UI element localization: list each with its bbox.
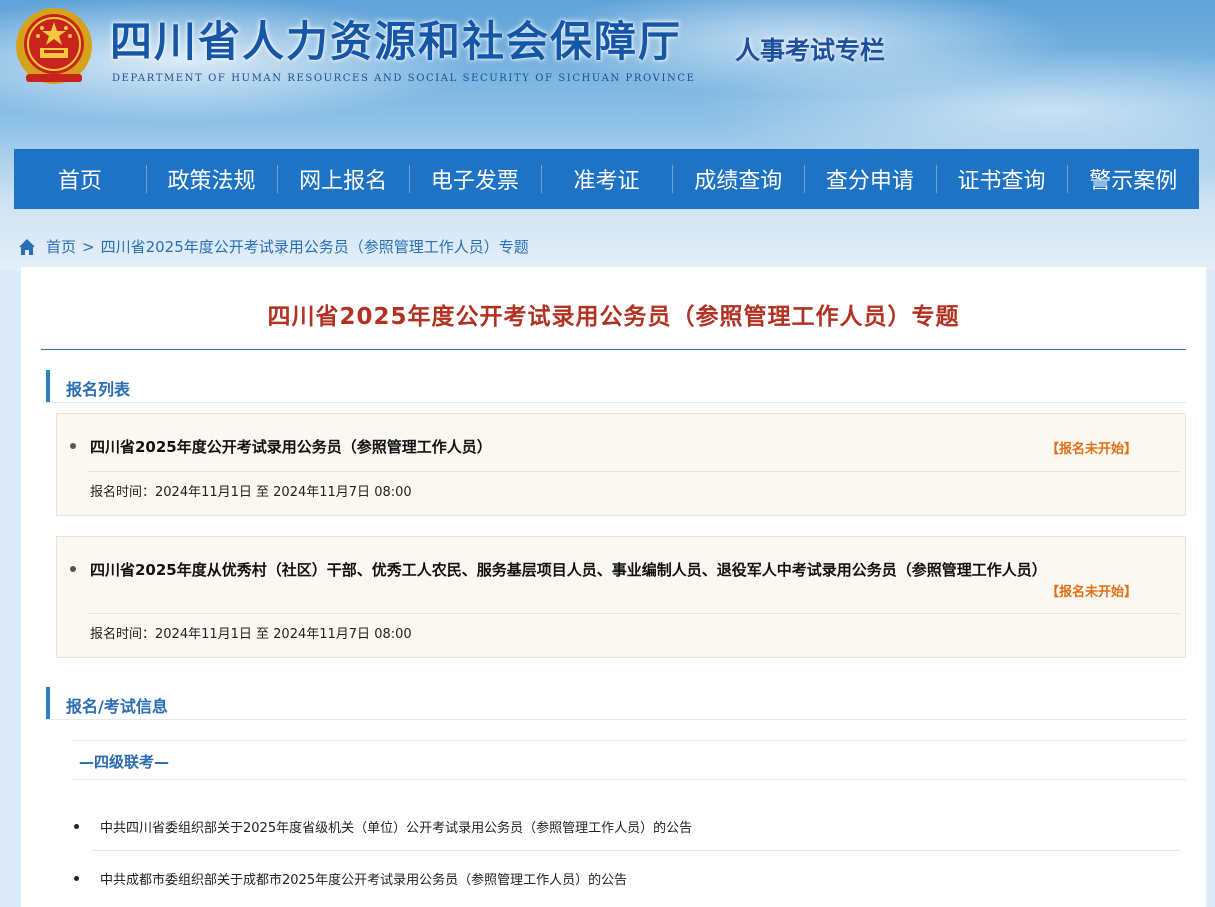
breadcrumb-home-link[interactable]: 首页 — [46, 236, 76, 257]
nav-item-warning-cases[interactable]: 警示案例 — [1067, 149, 1199, 209]
registration-card[interactable]: 四川省2025年度公开考试录用公务员（参照管理工作人员） 【报名未开始】 报名时… — [56, 413, 1186, 516]
list-item[interactable]: 中共四川省委组织部关于2025年度省级机关（单位）公开考试录用公务员（参照管理工… — [74, 810, 1181, 840]
nav-item-e-invoice[interactable]: 电子发票 — [409, 149, 541, 209]
breadcrumb-current[interactable]: 四川省2025年度公开考试录用公务员（参照管理工作人员）专题 — [101, 236, 529, 257]
registration-card[interactable]: 四川省2025年度从优秀村（社区）干部、优秀工人农民、服务基层项目人员、事业编制… — [56, 536, 1186, 658]
card-divider — [87, 613, 1180, 614]
site-title: 四川省人力资源和社会保障厅 — [110, 17, 683, 66]
section-accent-bar — [46, 370, 50, 402]
title-divider — [41, 349, 1186, 350]
list-item[interactable]: 中共成都市委组织部关于成都市2025年度公开考试录用公务员（参照管理工作人员）的… — [74, 862, 1181, 892]
registration-name[interactable]: 四川省2025年度公开考试录用公务员（参照管理工作人员） — [90, 436, 492, 457]
registration-name[interactable]: 四川省2025年度从优秀村（社区）干部、优秀工人农民、服务基层项目人员、事业编制… — [90, 559, 1047, 580]
bullet-dot-icon — [70, 566, 76, 572]
nav-item-online-registration[interactable]: 网上报名 — [277, 149, 409, 209]
registration-time: 报名时间：2024年11月1日 至 2024年11月7日 08:00 — [90, 485, 412, 500]
nav-item-admission-ticket[interactable]: 准考证 — [540, 149, 673, 209]
section-header-registration: 报名列表 — [46, 370, 1186, 403]
subsection-header: —四级联考— — [71, 740, 1186, 780]
nav-item-certificate-query[interactable]: 证书查询 — [935, 149, 1068, 209]
notice-link[interactable]: 中共成都市委组织部关于成都市2025年度公开考试录用公务员（参照管理工作人员）的… — [100, 869, 627, 888]
bullet-dot-icon — [70, 443, 76, 449]
content-panel: 四川省2025年度公开考试录用公务员（参照管理工作人员）专题 报名列表 四川省2… — [21, 267, 1206, 907]
list-divider — [91, 850, 1181, 851]
home-icon — [19, 238, 35, 255]
section-title: 报名/考试信息 — [66, 697, 168, 716]
nav-item-home[interactable]: 首页 — [14, 149, 146, 209]
site-subtitle: DEPARTMENT OF HUMAN RESOURCES AND SOCIAL… — [112, 73, 696, 84]
nav-item-policy[interactable]: 政策法规 — [145, 149, 278, 209]
registration-status-badge: 【报名未开始】 — [1045, 585, 1137, 600]
registration-time: 报名时间：2024年11月1日 至 2024年11月7日 08:00 — [90, 627, 412, 642]
subsection-title: —四级联考— — [79, 753, 170, 771]
bullet-dot-icon — [74, 824, 79, 829]
registration-status-badge: 【报名未开始】 — [1045, 442, 1137, 457]
breadcrumb: 首页 > 四川省2025年度公开考试录用公务员（参照管理工作人员）专题 — [18, 236, 529, 257]
national-emblem-icon — [16, 8, 92, 84]
section-title: 报名列表 — [66, 380, 131, 399]
nav-item-score-review[interactable]: 查分申请 — [804, 149, 936, 209]
header-banner: 四川省人力资源和社会保障厅 DEPARTMENT OF HUMAN RESOUR… — [0, 0, 1215, 270]
notice-link[interactable]: 中共四川省委组织部关于2025年度省级机关（单位）公开考试录用公务员（参照管理工… — [100, 817, 692, 836]
breadcrumb-separator: > — [82, 237, 95, 256]
bullet-dot-icon — [74, 876, 79, 881]
section-header-exam-info: 报名/考试信息 — [46, 687, 1186, 720]
card-divider — [87, 471, 1180, 472]
column-title: 人事考试专栏 — [735, 36, 886, 65]
main-nav: 首页 政策法规 网上报名 电子发票 准考证 成绩查询 查分申请 证书查询 警示案… — [14, 149, 1199, 209]
nav-item-score-query[interactable]: 成绩查询 — [672, 149, 804, 209]
section-accent-bar — [46, 687, 50, 719]
page-title: 四川省2025年度公开考试录用公务员（参照管理工作人员）专题 — [267, 304, 960, 330]
